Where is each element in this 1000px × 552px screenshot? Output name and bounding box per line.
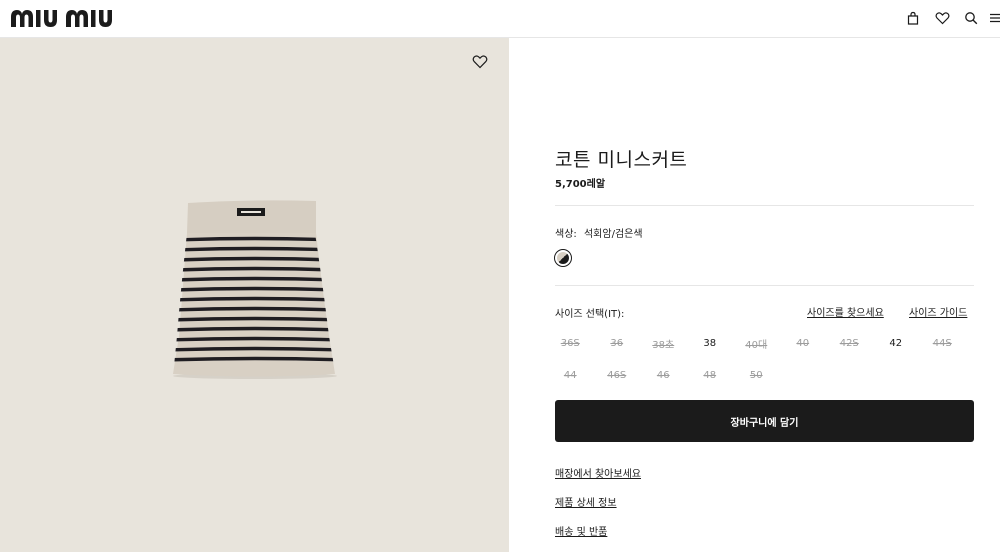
color-value: 석회암/검은색 bbox=[583, 229, 643, 240]
size-option[interactable]: 36 bbox=[594, 327, 641, 359]
color-info: 색상: 석회암/검은색 bbox=[555, 225, 643, 240]
color-label: 색상: bbox=[555, 229, 577, 240]
size-option[interactable]: 42S bbox=[826, 327, 873, 359]
size-guide-link[interactable]: 사이즈 가이드 bbox=[909, 304, 967, 319]
heart-icon[interactable] bbox=[932, 8, 952, 28]
add-to-cart-button[interactable]: 장바구니에 담기 bbox=[555, 400, 974, 442]
miu-miu-logo-icon bbox=[11, 10, 112, 27]
size-option[interactable]: 36S bbox=[547, 327, 594, 359]
size-option[interactable]: 46 bbox=[640, 359, 687, 391]
brand-logo[interactable] bbox=[10, 5, 120, 29]
divider bbox=[555, 285, 974, 286]
site-header bbox=[0, 0, 1000, 38]
product-image bbox=[165, 196, 345, 381]
product-price: 5,700레알 bbox=[555, 179, 606, 190]
size-option[interactable]: 40 bbox=[780, 327, 827, 359]
size-option[interactable]: 44 bbox=[547, 359, 594, 391]
product-title: 코튼 미니스커트 bbox=[555, 149, 688, 171]
size-option[interactable]: 40대 bbox=[733, 327, 780, 359]
color-swatch[interactable] bbox=[554, 249, 572, 267]
find-size-link[interactable]: 사이즈를 찾으세요 bbox=[807, 304, 884, 319]
shipping-returns-link[interactable]: 배송 및 반품 bbox=[555, 523, 607, 538]
product-details-link[interactable]: 제품 상세 정보 bbox=[555, 494, 617, 509]
size-option[interactable]: 48 bbox=[687, 359, 734, 391]
size-options: 36S 36 38초 38 40대 40 42S 42 44S 44 46S 4… bbox=[547, 327, 977, 391]
bag-icon[interactable] bbox=[903, 8, 923, 28]
menu-icon[interactable] bbox=[988, 8, 1000, 28]
wishlist-heart-icon[interactable] bbox=[472, 54, 492, 74]
product-image-gallery[interactable] bbox=[0, 38, 509, 552]
size-option[interactable]: 46S bbox=[594, 359, 641, 391]
size-option[interactable]: 38초 bbox=[640, 327, 687, 359]
size-option[interactable]: 38 bbox=[687, 327, 734, 359]
size-option[interactable]: 44S bbox=[919, 327, 966, 359]
size-select-label: 사이즈 선택(IT): bbox=[555, 309, 625, 320]
size-option[interactable]: 42 bbox=[873, 327, 920, 359]
size-option[interactable]: 50 bbox=[733, 359, 780, 391]
divider bbox=[555, 205, 974, 206]
find-in-store-link[interactable]: 매장에서 찾아보세요 bbox=[555, 465, 641, 480]
search-icon[interactable] bbox=[961, 8, 981, 28]
product-info-panel: 코튼 미니스커트 5,700레알 색상: 석회암/검은색 사이즈 선택(IT):… bbox=[509, 38, 1000, 552]
